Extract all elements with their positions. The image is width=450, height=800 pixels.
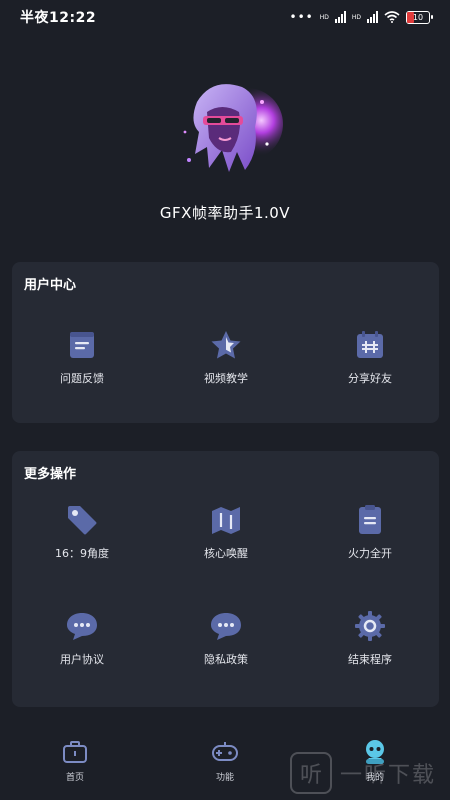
privacy-policy-button[interactable]: 隐私政策	[156, 609, 296, 667]
exit-program-label: 结束程序	[348, 653, 392, 666]
status-time: 半夜12:22	[20, 10, 97, 26]
chat-bubble-icon	[67, 613, 97, 640]
map-icon	[212, 507, 240, 534]
gamepad-icon	[212, 742, 238, 761]
full-power-label: 火力全开	[348, 547, 392, 560]
watermark: 听 一听下载	[290, 750, 450, 796]
more-actions-title: 更多操作	[24, 467, 77, 482]
more-dots-icon: •••	[289, 10, 314, 24]
battery-level: 10	[412, 12, 424, 22]
app-title: GFX帧率助手1.0V	[159, 204, 291, 222]
star-icon	[211, 331, 241, 359]
share-friends-button[interactable]: 分享好友	[300, 328, 440, 386]
chat-bubble-icon	[211, 613, 241, 640]
video-tutorial-label: 视频教学	[204, 372, 248, 385]
more-actions-card: 更多操作 16：9角度 核心唤醒 火力全开 用户协议 隐私政策 结束程序	[12, 451, 439, 707]
privacy-policy-label: 隐私政策	[204, 653, 248, 666]
aspect-ratio-button[interactable]: 16：9角度	[12, 503, 152, 561]
user-agreement-label: 用户协议	[60, 653, 104, 666]
feedback-document-icon	[70, 332, 94, 358]
feedback-button[interactable]: 问题反馈	[12, 328, 152, 386]
nav-features-label: 功能	[215, 773, 234, 783]
core-wake-label: 核心唤醒	[204, 547, 248, 560]
gear-icon	[355, 611, 385, 641]
share-friends-label: 分享好友	[348, 372, 392, 385]
video-tutorial-button[interactable]: 视频教学	[156, 328, 296, 386]
aspect-ratio-label: 16：9角度	[55, 547, 109, 560]
watermark-text: 一听下载	[340, 763, 437, 788]
battery-icon: 10	[406, 10, 433, 24]
nav-home-label: 首页	[65, 773, 84, 783]
watermark-logo: 听	[290, 752, 332, 794]
network-label: HD	[319, 13, 329, 21]
avatar[interactable]	[167, 72, 285, 182]
full-power-button[interactable]: 火力全开	[300, 503, 440, 561]
network-label-2: HD	[351, 13, 361, 21]
nav-features[interactable]: 功能	[185, 738, 265, 783]
status-bar: 半夜12:22 ••• HD HD 10	[0, 0, 450, 34]
status-icons: ••• HD HD 10	[289, 10, 433, 24]
clipboard-icon	[359, 505, 381, 534]
wifi-icon	[384, 11, 400, 23]
user-center-card: 用户中心 问题反馈 视频教学 分享好友	[12, 262, 439, 423]
profile-screen: 半夜12:22 ••• HD HD 10 GFX帧率助手1.0V 用户中心 问题…	[0, 0, 450, 800]
share-calendar-icon	[357, 331, 383, 358]
user-agreement-button[interactable]: 用户协议	[12, 609, 152, 667]
signal-icon-2	[367, 11, 378, 23]
nav-home[interactable]: 首页	[35, 738, 115, 783]
feedback-label: 问题反馈	[60, 372, 104, 385]
user-center-title: 用户中心	[24, 278, 77, 293]
tag-icon	[68, 506, 97, 535]
exit-program-button[interactable]: 结束程序	[300, 609, 440, 667]
briefcase-icon	[63, 741, 87, 763]
signal-icon	[334, 11, 346, 23]
core-wake-button[interactable]: 核心唤醒	[156, 503, 296, 561]
